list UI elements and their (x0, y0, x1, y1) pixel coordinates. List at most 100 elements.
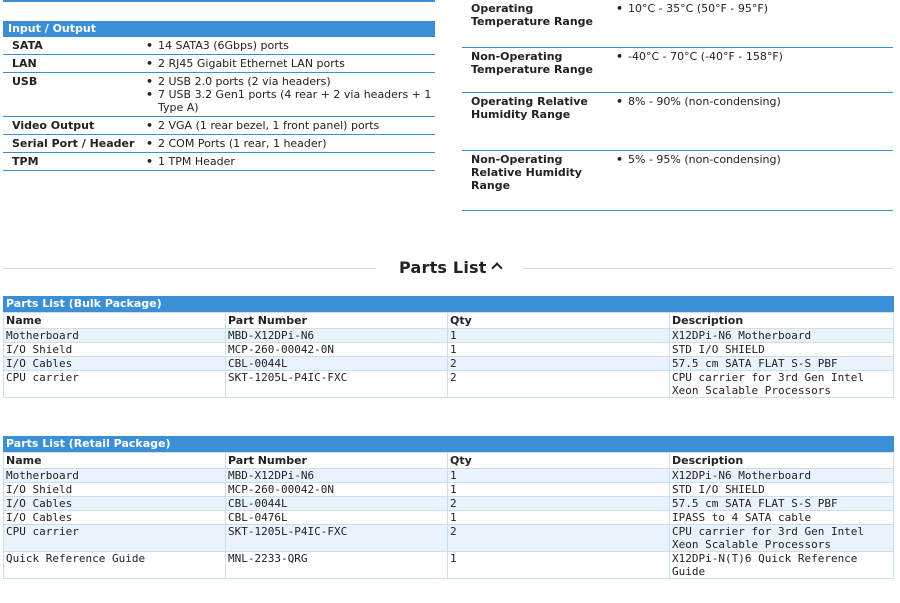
spec-row: Serial Port / Header • 2 COM Ports (1 rear… (3, 135, 435, 153)
part-name-cell: I/O Cables (3, 496, 226, 511)
bullet-icon: • (146, 137, 154, 150)
column-header: Qty (447, 452, 670, 469)
table-row: Motherboard MBD-X12DPi-N6 1 X12DPi-N6 Mothe… (3, 468, 894, 483)
table-row: Motherboard MBD-X12DPi-N6 1 X12DPi-N6 Mothe… (3, 328, 894, 343)
description-cell: STD I/O SHIELD (669, 482, 894, 497)
column-header: Description (669, 312, 894, 329)
description-cell: IPASS to 4 SATA cable (669, 510, 894, 525)
spec-value-item: • 2 COM Ports (1 rear, 1 header) (146, 137, 435, 150)
spec-values: • 1 TPM Header (142, 155, 435, 168)
chevron-up-icon[interactable] (490, 262, 503, 274)
column-header: Name (3, 312, 226, 329)
part-number-cell: CBL-0044L (225, 496, 448, 511)
parts-list-heading[interactable]: Parts List (3, 258, 893, 278)
spec-row: USB • 2 USB 2.0 ports (2 via headers) • 7 US… (3, 73, 435, 117)
spec-value-item: • 7 USB 3.2 Gen1 ports (4 rear + 2 via he… (146, 88, 435, 114)
parts-list-bulk-table: Parts List (Bulk Package) Name Part Numbe… (3, 296, 894, 398)
spec-values: • 2 VGA (1 rear bezel, 1 front panel) por… (142, 119, 435, 132)
table-row: I/O Cables CBL-0476L 1 IPASS to 4 SATA cabl… (3, 510, 894, 525)
io-spec-table: Input / Output SATA • 14 SATA3 (6Gbps) por… (3, 0, 435, 171)
spec-label: Video Output (12, 119, 95, 132)
table-row: Quick Reference Guide MNL-2233-QRG 1 X12DPi… (3, 551, 894, 579)
description-cell: 57.5 cm SATA FLAT S-S PBF (669, 356, 894, 371)
spec-label: LAN (12, 57, 37, 70)
io-rows: SATA • 14 SATA3 (6Gbps) ports LAN • 2 RJ45 Gi… (3, 37, 435, 171)
part-name-cell: I/O Cables (3, 356, 226, 371)
spec-value-item: • 10°C - 35°C (50°F - 95°F) (616, 2, 893, 15)
spec-value-text: -40°C - 70°C (-40°F - 158°F) (628, 50, 783, 63)
part-number-cell: MNL-2233-QRG (225, 551, 448, 579)
spec-label: Operating Relative Humidity Range (471, 95, 588, 121)
env-rows: Operating Temperature Range • 10°C - 35°C … (462, 0, 893, 211)
part-name-cell: CPU carrier (3, 524, 226, 552)
bullet-icon: • (616, 2, 624, 15)
spec-label: SATA (12, 39, 43, 52)
bullet-icon: • (146, 155, 154, 168)
description-cell: X12DPi-N6 Motherboard (669, 328, 894, 343)
part-number-cell: MCP-260-00042-0N (225, 482, 448, 497)
spec-value-text: 7 USB 3.2 Gen1 ports (4 rear + 2 via hea… (158, 88, 432, 114)
description-cell: X12DPi-N6 Motherboard (669, 468, 894, 483)
spec-row: Operating Temperature Range • 10°C - 35°C … (462, 0, 893, 48)
qty-cell: 2 (447, 370, 670, 398)
part-number-cell: SKT-1205L-P4IC-FXC (225, 370, 448, 398)
table-row: I/O Cables CBL-0044L 2 57.5 cm SATA FLAT S-… (3, 496, 894, 511)
description-cell: 57.5 cm SATA FLAT S-S PBF (669, 496, 894, 511)
io-section-header: Input / Output (3, 21, 435, 37)
part-name-cell: Quick Reference Guide (3, 551, 226, 579)
heading-rule-left (3, 268, 376, 269)
description-cell: X12DPi-N(T)6 Quick Reference Guide (669, 551, 894, 579)
spec-value-text: 5% - 95% (non-condensing) (628, 153, 781, 166)
column-header: Part Number (225, 452, 448, 469)
table-header-row: Name Part Number Qty Description (3, 452, 894, 469)
qty-cell: 1 (447, 510, 670, 525)
bullet-icon: • (616, 95, 624, 108)
spec-values: • 10°C - 35°C (50°F - 95°F) (601, 2, 893, 45)
spec-values: • 2 RJ45 Gigabit Ethernet LAN ports (142, 57, 435, 70)
description-cell: CPU carrier for 3rd Gen Intel Xeon Scala… (669, 524, 894, 552)
spec-value-text: 2 USB 2.0 ports (2 via headers) (158, 75, 331, 88)
spec-row: Non-Operating Relative Humidity Range • 5%… (462, 151, 893, 211)
column-header: Qty (447, 312, 670, 329)
bullet-icon: • (616, 50, 624, 63)
bullet-icon: • (146, 88, 154, 101)
bullet-icon: • (146, 57, 154, 70)
spec-value-item: • 5% - 95% (non-condensing) (616, 153, 893, 166)
spec-value-text: 10°C - 35°C (50°F - 95°F) (628, 2, 769, 15)
spec-value-text: 2 VGA (1 rear bezel, 1 front panel) port… (158, 119, 380, 132)
part-name-cell: Motherboard (3, 468, 226, 483)
spec-values: • 2 USB 2.0 ports (2 via headers) • 7 USB 3… (142, 75, 435, 114)
qty-cell: 1 (447, 328, 670, 343)
column-header: Description (669, 452, 894, 469)
bulk-table-caption: Parts List (Bulk Package) (3, 296, 894, 312)
spec-values: • -40°C - 70°C (-40°F - 158°F) (601, 50, 893, 90)
table-row: CPU carrier SKT-1205L-P4IC-FXC 2 CPU carrie… (3, 370, 894, 398)
spec-value-item: • 2 RJ45 Gigabit Ethernet LAN ports (146, 57, 435, 70)
spec-value-text: 2 RJ45 Gigabit Ethernet LAN ports (158, 57, 345, 70)
spec-value-item: • 8% - 90% (non-condensing) (616, 95, 893, 108)
part-number-cell: MBD-X12DPi-N6 (225, 328, 448, 343)
parts-list-title-text: Parts List (399, 258, 487, 277)
spec-row: LAN • 2 RJ45 Gigabit Ethernet LAN ports (3, 55, 435, 73)
spec-value-text: 8% - 90% (non-condensing) (628, 95, 781, 108)
bullet-icon: • (146, 75, 154, 88)
spec-label: Non-Operating Temperature Range (471, 50, 594, 76)
spec-value-text: 1 TPM Header (158, 155, 235, 168)
part-number-cell: SKT-1205L-P4IC-FXC (225, 524, 448, 552)
description-cell: STD I/O SHIELD (669, 342, 894, 357)
spec-value-text: 2 COM Ports (1 rear, 1 header) (158, 137, 327, 150)
parts-list-title[interactable]: Parts List (399, 258, 503, 278)
table-row: I/O Shield MCP-260-00042-0N 1 STD I/O SHIEL… (3, 482, 894, 497)
bullet-icon: • (146, 39, 154, 52)
table-row: CPU carrier SKT-1205L-P4IC-FXC 2 CPU carrie… (3, 524, 894, 552)
qty-cell: 2 (447, 356, 670, 371)
part-name-cell: I/O Shield (3, 482, 226, 497)
spec-label: TPM (12, 155, 39, 168)
spec-label: Operating Temperature Range (471, 2, 594, 28)
spec-row: SATA • 14 SATA3 (6Gbps) ports (3, 37, 435, 55)
spec-label: USB (12, 75, 38, 88)
spec-values: • 8% - 90% (non-condensing) (601, 95, 893, 148)
spec-row: TPM • 1 TPM Header (3, 153, 435, 171)
spec-row: Video Output • 2 VGA (1 rear bezel, 1 fron… (3, 117, 435, 135)
part-number-cell: CBL-0476L (225, 510, 448, 525)
